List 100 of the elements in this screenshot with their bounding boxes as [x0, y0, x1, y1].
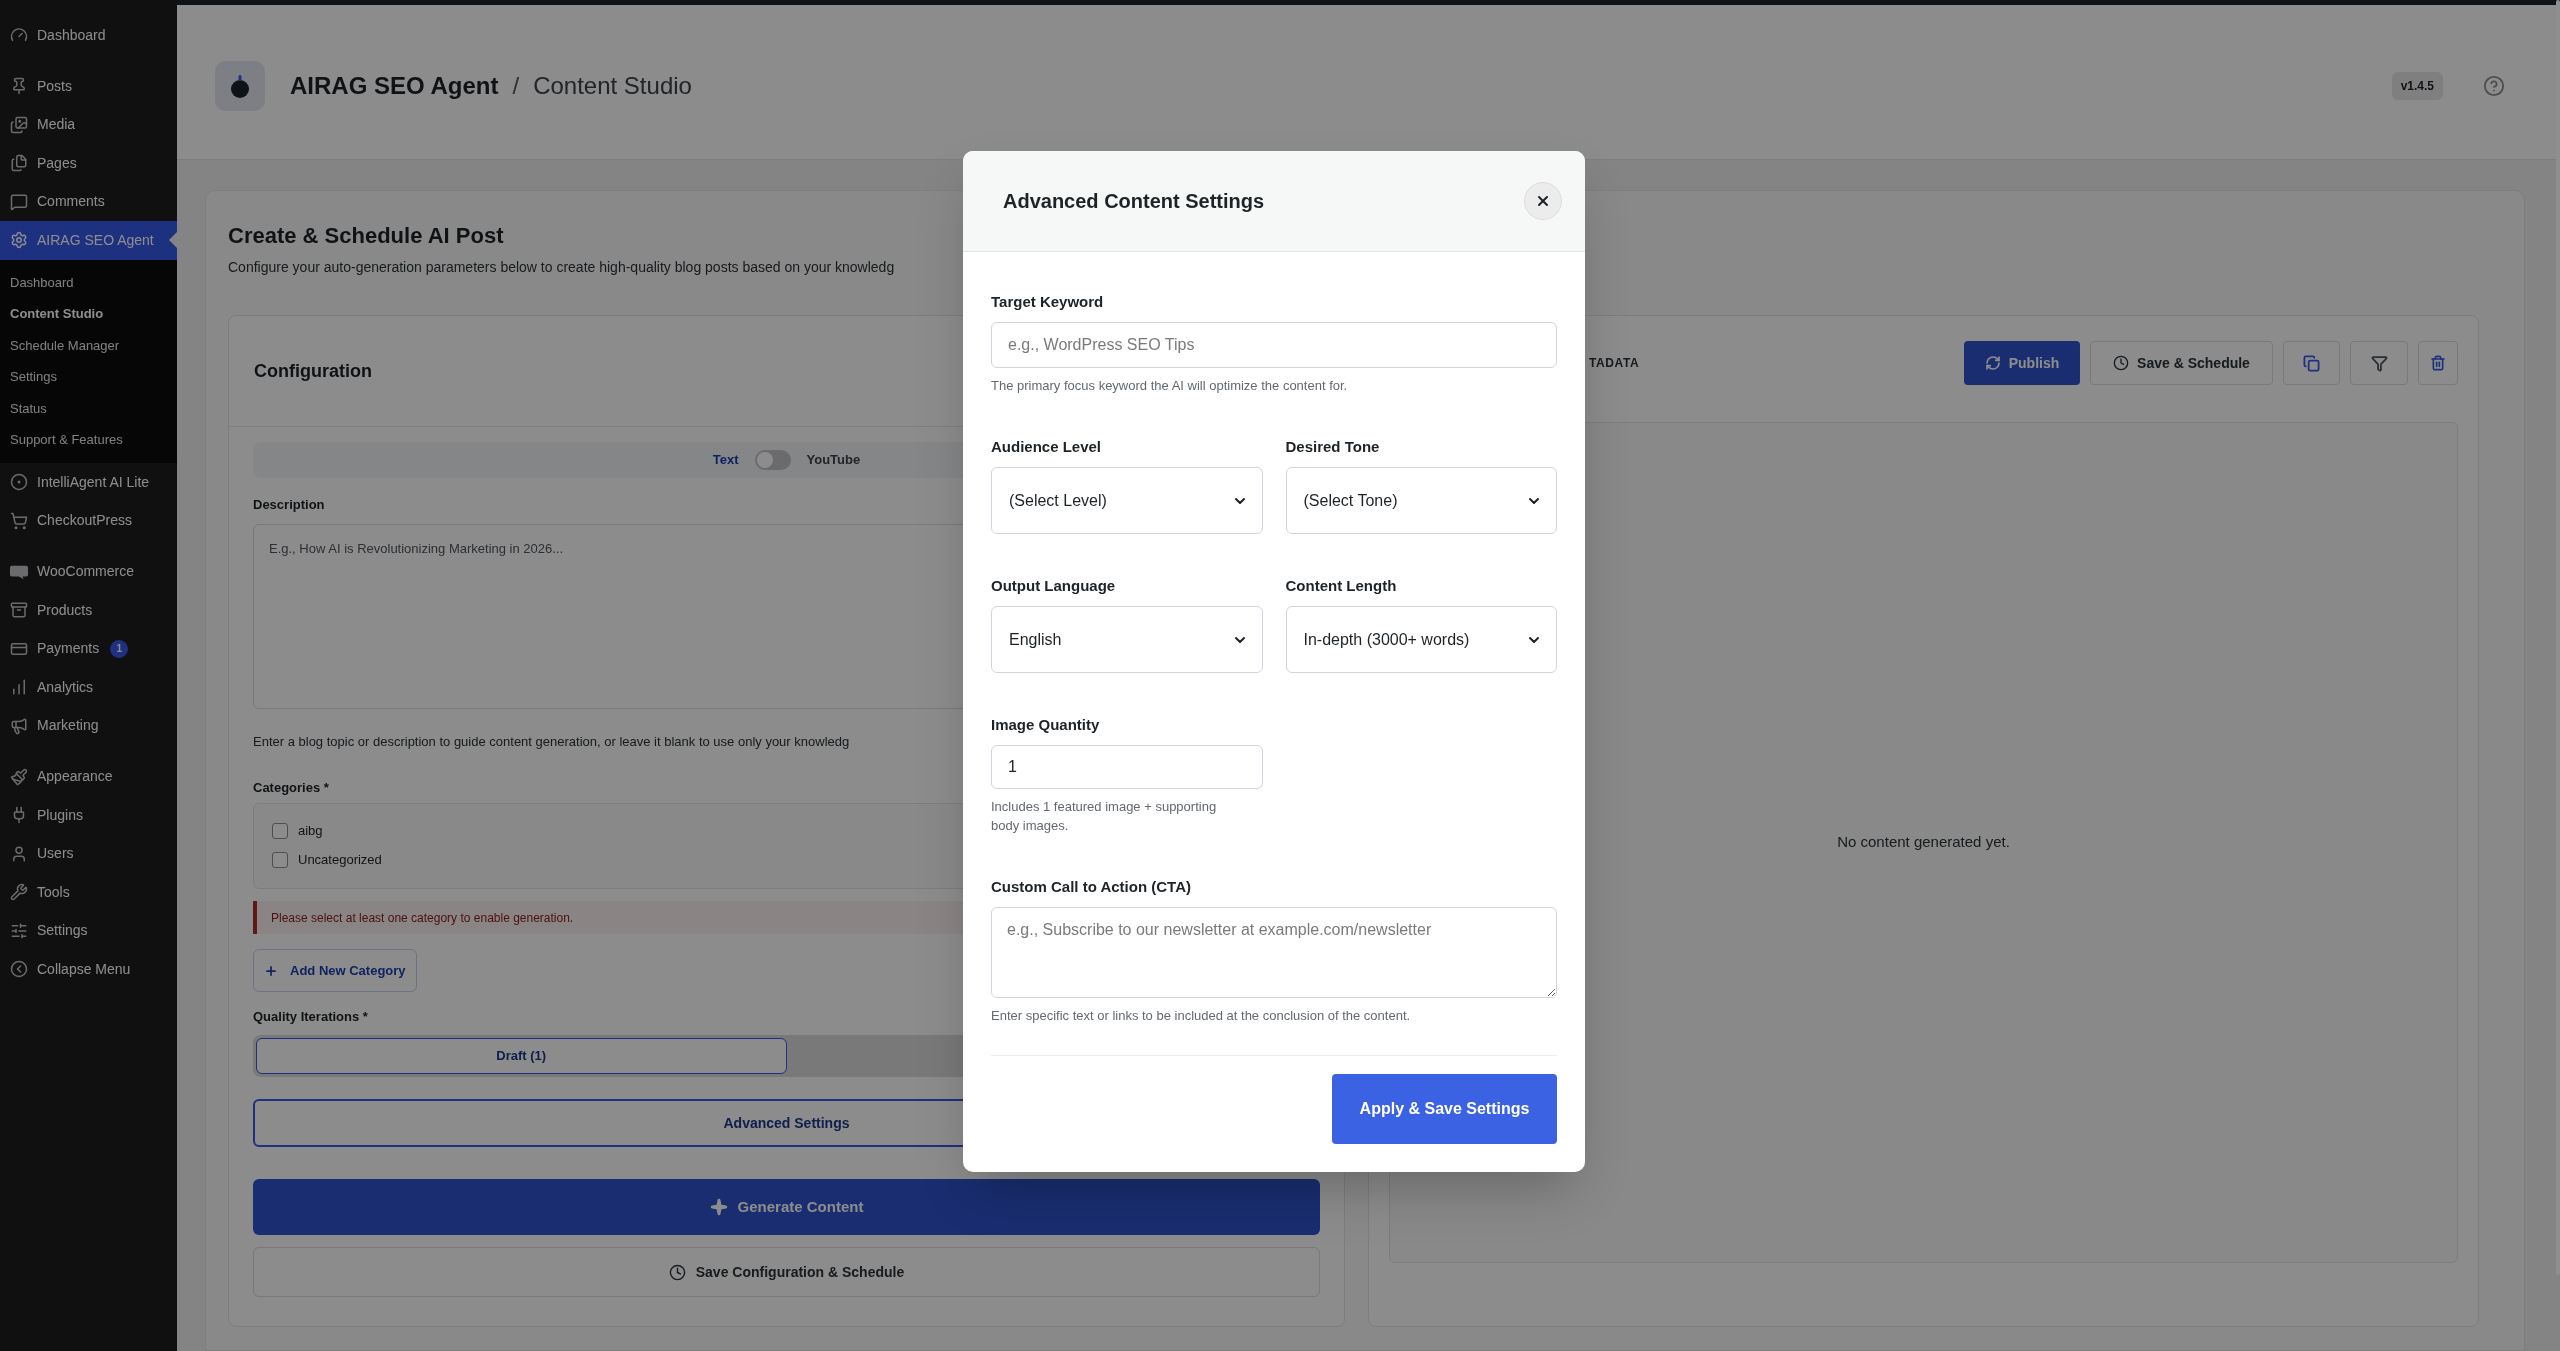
help-icon[interactable]: [2483, 75, 2505, 97]
sidebar-item[interactable]: WooCommerce: [0, 552, 177, 592]
save-configuration-button[interactable]: Save Configuration & Schedule: [253, 1247, 1320, 1297]
field-label: Output Language: [991, 576, 1116, 596]
close-icon: [1535, 193, 1551, 209]
user-icon: [10, 844, 28, 863]
mode-switch[interactable]: [754, 450, 791, 470]
submenu-item[interactable]: Settings: [0, 361, 177, 393]
pin-icon: [10, 77, 28, 96]
plugin-title: AIRAG SEO Agent: [290, 71, 499, 101]
version-badge: v1.4.5: [2391, 72, 2443, 100]
field-hint: The primary focus keyword the AI will optimize the content for.: [991, 377, 1348, 395]
generate-content-button[interactable]: Generate Content: [253, 1179, 1320, 1235]
mode-option-label[interactable]: YouTube: [806, 450, 861, 470]
page-subtitle: Content Studio: [533, 71, 692, 101]
sidebar-item[interactable]: Dashboard: [0, 16, 177, 55]
cart-icon: [10, 511, 28, 530]
field-label: Description: [253, 496, 325, 514]
segment-option[interactable]: Draft (1): [256, 1038, 787, 1074]
apply-save-button[interactable]: Apply & Save Settings: [1332, 1074, 1557, 1144]
field-label: Desired Tone: [1285, 437, 1380, 457]
add-category-button[interactable]: Add New Category: [253, 949, 417, 992]
sparkle-icon: [709, 1198, 728, 1216]
plus-icon: [264, 963, 278, 978]
submenu-item[interactable]: Status: [0, 392, 177, 425]
sidebar-item[interactable]: Plugins: [0, 796, 177, 835]
comment-icon: [10, 192, 28, 211]
megaphone-icon: [10, 716, 28, 735]
field-label: Audience Level: [991, 437, 1102, 457]
submenu-item[interactable]: Dashboard: [0, 266, 177, 299]
breadcrumb-separator: /: [512, 71, 520, 101]
sidebar-item[interactable]: Marketing: [0, 706, 177, 746]
field-hint: Enter a blog topic or description to guide content generation, or leave it blank to use only your knowledg: [253, 733, 850, 751]
delete-button[interactable]: [2418, 341, 2458, 385]
sidebar-item[interactable]: Products: [0, 591, 177, 630]
circle-dot-icon: [10, 473, 28, 492]
sidebar-item[interactable]: Analytics: [0, 668, 177, 707]
refresh-icon: [1984, 355, 2001, 371]
field-label: Categories *: [253, 779, 329, 797]
sidebar-item[interactable]: CheckoutPress: [0, 501, 177, 541]
paintbrush-icon: [10, 767, 28, 786]
sidebar-item[interactable]: Payments 1: [0, 629, 177, 669]
submenu-item[interactable]: Content Studio: [0, 298, 177, 330]
submenu-item[interactable]: Schedule Manager: [0, 329, 177, 362]
page-description: Configure your auto-generation parameters below to create high-quality blog posts based on your knowledg: [228, 258, 895, 277]
number-input[interactable]: 1: [991, 745, 1263, 789]
field-label: Custom Call to Action (CTA): [991, 877, 1191, 897]
category-label: Uncategorized: [298, 851, 382, 869]
sidebar-item[interactable]: Users: [0, 834, 177, 874]
clock-icon: [668, 1263, 686, 1281]
filter-button[interactable]: [2350, 341, 2408, 385]
page-title: Create & Schedule AI Post: [228, 222, 504, 250]
gear-icon: [10, 231, 28, 250]
sidebar-item[interactable]: IntelliAgent AI Lite: [0, 463, 177, 502]
sidebar-item[interactable]: Appearance: [0, 757, 177, 797]
wrench-icon: [10, 883, 28, 902]
copy-button[interactable]: [2283, 341, 2340, 385]
text-input[interactable]: e.g., WordPress SEO Tips: [991, 322, 1557, 368]
field-label: Quality Iterations *: [253, 1008, 368, 1026]
bar-chart-icon: [10, 678, 28, 697]
tab-label[interactable]: TADATA: [1589, 354, 1640, 372]
sidebar-item[interactable]: Comments: [0, 182, 177, 221]
collapse-icon: [10, 960, 28, 979]
orb-logo-icon: [215, 61, 265, 111]
select-dropdown[interactable]: In-depth (3000+ words): [1285, 606, 1557, 673]
sidebar-item[interactable]: Settings: [0, 911, 177, 951]
trash-icon: [2430, 355, 2446, 371]
count-badge: 1: [110, 639, 129, 658]
checkbox[interactable]: [272, 852, 288, 868]
clock-icon: [2113, 355, 2130, 371]
copy-icon: [2303, 354, 2320, 372]
pages-icon: [10, 154, 28, 173]
sidebar-item[interactable]: AIRAG SEO Agent: [0, 221, 177, 260]
publish-button[interactable]: Publish: [1964, 341, 2080, 385]
field-hint: Enter specific text or links to be included at the conclusion of the content.: [991, 1007, 1411, 1025]
sidebar-item[interactable]: Tools: [0, 873, 177, 912]
textarea-field[interactable]: e.g., Subscribe to our newsletter at example.com/newsletter: [991, 907, 1557, 998]
sidebar-item[interactable]: Posts: [0, 67, 177, 106]
collapse-menu-button[interactable]: Collapse Menu: [0, 950, 177, 989]
select-dropdown[interactable]: (Select Level): [991, 467, 1263, 534]
modal-title: Advanced Content Settings: [1003, 189, 1265, 214]
close-button[interactable]: [1524, 182, 1562, 220]
sidebar-item[interactable]: Media: [0, 105, 177, 144]
card-title: Configuration: [254, 359, 372, 383]
field-label: Image Quantity: [991, 715, 1100, 735]
category-label: aibg: [298, 822, 323, 840]
filter-icon: [2370, 354, 2388, 372]
sliders-icon: [10, 921, 28, 940]
select-dropdown[interactable]: (Select Tone): [1285, 467, 1557, 534]
field-hint: Includes 1 featured image + supporting body images.: [991, 798, 1218, 835]
checkbox[interactable]: [272, 823, 288, 839]
mode-option-label[interactable]: Text: [712, 450, 739, 470]
save-schedule-button[interactable]: Save & Schedule: [2090, 341, 2273, 385]
archive-icon: [10, 601, 28, 620]
submenu-item[interactable]: Support & Features: [0, 424, 177, 457]
field-label: Target Keyword: [991, 292, 1104, 312]
images-icon: [10, 115, 28, 134]
empty-state-text: No content generated yet.: [1837, 832, 2010, 853]
sidebar-item[interactable]: Pages: [0, 144, 177, 183]
select-dropdown[interactable]: English: [991, 606, 1263, 673]
